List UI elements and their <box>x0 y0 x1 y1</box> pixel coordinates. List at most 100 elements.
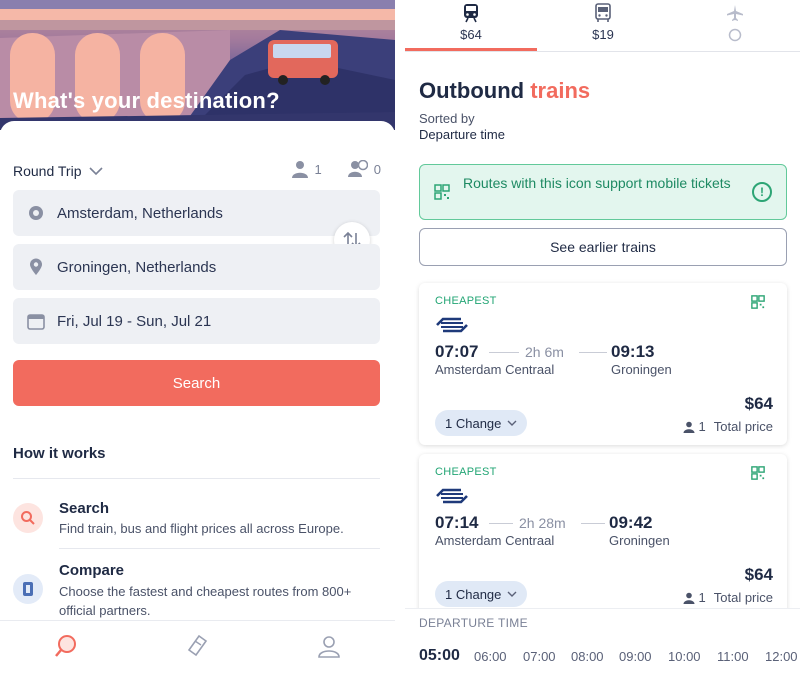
origin-dot-icon <box>27 205 45 221</box>
mobile-ticket-text: Routes with this icon support mobile tic… <box>463 175 731 191</box>
tab-train[interactable]: $64 <box>405 0 537 52</box>
chevron-down-icon <box>507 420 517 426</box>
passenger-controls: 1 0 <box>291 160 381 178</box>
total-price-row: 1 Total price <box>683 419 773 434</box>
search-screen: What's your destination? Round Trip 1 0 … <box>0 0 395 675</box>
transport-mode-tabs: $64 $19 <box>405 0 800 52</box>
loading-indicator-icon <box>728 28 742 42</box>
qr-code-icon <box>434 184 450 200</box>
sort-value[interactable]: Departure time <box>419 127 505 142</box>
nav-tickets[interactable] <box>184 633 210 664</box>
changes-dropdown[interactable]: 1 Change <box>435 581 528 607</box>
qr-code-icon <box>751 466 765 480</box>
departure-time-label: DEPARTURE TIME <box>419 616 528 630</box>
person-icon <box>683 592 695 604</box>
departure-time-filter: DEPARTURE TIME 05:00 06:00 07:00 08:00 0… <box>405 608 800 675</box>
divider <box>13 478 380 479</box>
time-slot[interactable]: 10:00 <box>668 649 701 664</box>
origin-station: Amsterdam Centraal <box>435 362 555 377</box>
how-item-desc: Choose the fastest and cheapest routes f… <box>59 584 352 618</box>
divider <box>59 548 380 549</box>
cheapest-badge: CHEAPEST <box>435 295 497 307</box>
page-title: Outbound trains <box>419 78 590 104</box>
title-prefix: Outbound <box>419 78 525 103</box>
ns-operator-logo-icon <box>436 488 468 504</box>
time-slot[interactable]: 06:00 <box>474 649 507 664</box>
discount-card-icon <box>347 160 368 177</box>
tab-bus[interactable]: $19 <box>537 0 669 52</box>
timeline-line <box>489 352 519 353</box>
how-item-desc: Find train, bus and flight prices all ac… <box>59 521 344 536</box>
mobile-ticket-banner: Routes with this icon support mobile tic… <box>419 164 787 220</box>
screen-divider <box>395 0 405 675</box>
title-mode: trains <box>530 78 591 103</box>
dates-field[interactable]: Fri, Jul 19 - Sun, Jul 21 <box>13 298 380 344</box>
bus-icon <box>595 3 611 22</box>
dates-value: Fri, Jul 19 - Sun, Jul 21 <box>57 312 212 330</box>
how-item-search: Search Find train, bus and flight prices… <box>13 500 383 548</box>
calendar-icon <box>27 312 45 330</box>
how-item-title: Compare <box>59 562 125 579</box>
see-earlier-trains-button[interactable]: See earlier trains <box>419 228 787 266</box>
nav-search[interactable] <box>53 633 79 664</box>
origin-station: Amsterdam Centraal <box>435 533 555 548</box>
time-slot[interactable]: 12:00 <box>765 649 798 664</box>
time-slot[interactable]: 11:00 <box>717 649 749 664</box>
discount-cards-selector[interactable]: 0 <box>347 160 381 178</box>
duration: 2h 6m <box>525 344 564 360</box>
hero-title: What's your destination? <box>13 88 280 113</box>
adults-selector[interactable]: 1 <box>291 160 322 178</box>
time-slot-selected[interactable]: 05:00 <box>419 647 460 665</box>
ns-operator-logo-icon <box>436 317 468 333</box>
person-icon <box>683 421 695 433</box>
destination-station: Groningen <box>611 362 672 377</box>
timeline-line <box>579 352 607 353</box>
search-icon <box>13 503 43 533</box>
train-icon <box>464 4 478 23</box>
how-it-works-title: How it works <box>13 445 106 462</box>
adults-count: 1 <box>314 161 322 177</box>
time-slot[interactable]: 07:00 <box>523 649 556 664</box>
hero-illustration: What's your destination? <box>0 0 395 130</box>
destination-field[interactable]: Groningen, Netherlands <box>13 244 380 290</box>
changes-label: 1 Change <box>445 586 502 602</box>
ticket-compare-icon <box>13 574 43 604</box>
trip-type-select[interactable]: Round Trip <box>13 163 104 179</box>
total-price-row: 1 Total price <box>683 590 773 605</box>
arrival-time: 09:13 <box>611 342 655 361</box>
cheapest-badge: CHEAPEST <box>435 466 497 478</box>
pax-count: 1 <box>698 590 706 605</box>
nav-profile[interactable] <box>316 633 342 664</box>
arrival-time: 09:42 <box>609 513 653 532</box>
tab-price: $64 <box>460 27 482 42</box>
tab-flight[interactable] <box>669 0 800 52</box>
timeline-line <box>489 523 513 524</box>
changes-dropdown[interactable]: 1 Change <box>435 410 528 436</box>
search-button[interactable]: Search <box>13 360 380 406</box>
how-item-compare: Compare Choose the fastest and cheapest … <box>13 562 383 618</box>
price: $64 <box>744 394 773 413</box>
location-pin-icon <box>27 258 45 276</box>
pax-count: 1 <box>698 419 706 434</box>
result-card[interactable]: CHEAPEST 07:14 2h 28m 09:42 Amsterdam Ce… <box>419 454 787 616</box>
ticket-icon <box>188 634 208 656</box>
person-icon <box>291 161 308 178</box>
origin-field[interactable]: Amsterdam, Netherlands <box>13 190 380 236</box>
price: $64 <box>744 565 773 584</box>
result-card[interactable]: CHEAPEST 07:07 2h 6m 09:13 Amsterdam Cen… <box>419 283 787 445</box>
results-screen: $64 $19 Outbound trains Sorted by Depart… <box>405 0 800 675</box>
how-item-title: Search <box>59 500 110 517</box>
plane-icon <box>727 5 743 21</box>
time-slot[interactable]: 08:00 <box>571 649 604 664</box>
qr-code-icon <box>751 295 765 309</box>
timeline-line <box>581 523 605 524</box>
time-slot[interactable]: 09:00 <box>619 649 652 664</box>
info-icon[interactable]: ! <box>752 182 772 202</box>
bottom-nav <box>0 620 395 675</box>
trip-options-row: Round Trip 1 0 <box>13 160 381 182</box>
profile-icon <box>318 635 340 658</box>
total-price-label: Total price <box>713 419 773 434</box>
active-tab-indicator <box>405 48 537 51</box>
origin-value: Amsterdam, Netherlands <box>57 204 223 222</box>
chevron-down-icon <box>89 166 104 175</box>
